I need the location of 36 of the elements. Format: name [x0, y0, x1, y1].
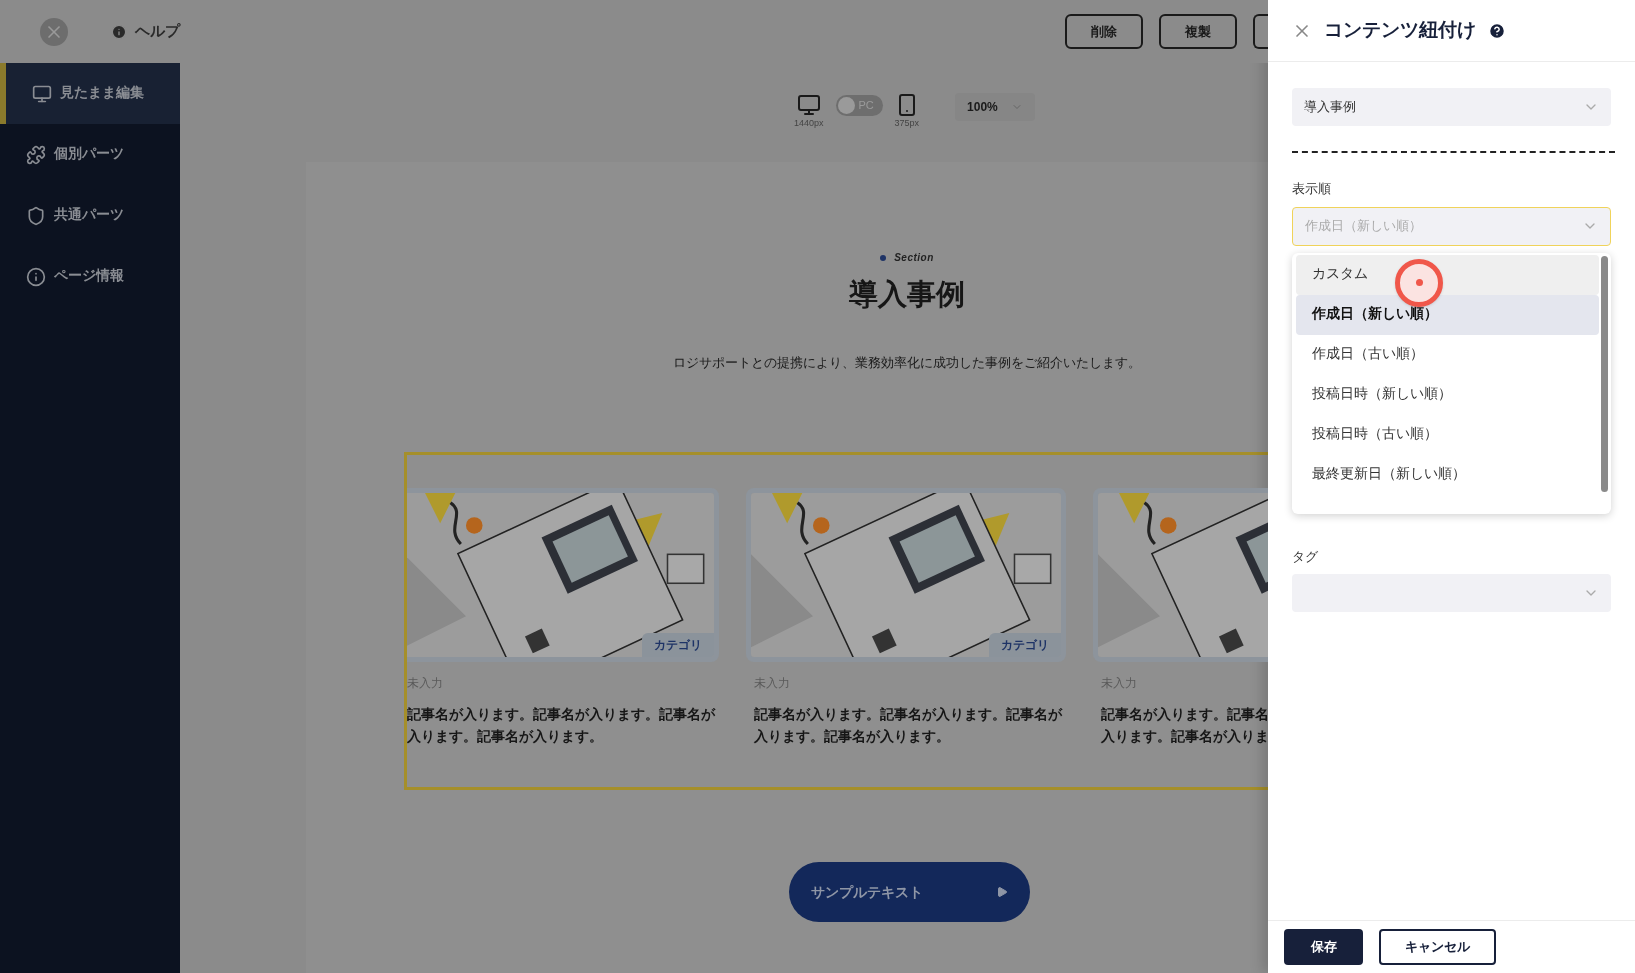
section-title: 導入事例 [849, 277, 965, 312]
width-label: 1440px [794, 117, 824, 130]
zoom-select[interactable]: 100% [955, 93, 1036, 121]
toolbar-button[interactable]: 複製 [1159, 14, 1237, 49]
dropdown-option[interactable]: カスタム [1296, 254, 1599, 295]
width-label: 375px [894, 117, 920, 130]
cancel-button[interactable]: キャンセル [1379, 929, 1496, 965]
sidebar-item[interactable]: 共通パーツ [0, 185, 180, 246]
save-button[interactable]: 保存 [1284, 929, 1363, 965]
sidebar-item[interactable]: 個別パーツ [0, 124, 180, 185]
desktop-icon[interactable] [796, 93, 821, 117]
content-select[interactable]: 導入事例 [1292, 88, 1611, 126]
info-icon [111, 23, 127, 40]
puzzle-icon [26, 144, 46, 165]
article-title: 記事名が入ります。記事名が入ります。記事名が 入ります。記事名が入ります。 [754, 706, 1064, 746]
help-link[interactable]: ヘルプ [111, 20, 180, 43]
field-label: 表示順 [1292, 180, 1332, 198]
help-icon[interactable] [1488, 21, 1506, 40]
article-title: 記事名が入ります。記事名 入ります。記事名が入りま [1101, 706, 1268, 746]
scrollbar-thumb[interactable] [1601, 255, 1608, 492]
shield-icon [26, 205, 46, 226]
dropdown-option[interactable]: 作成日（新しい順） [1296, 294, 1599, 335]
sidebar-item[interactable]: 見たまま編集 [0, 63, 180, 124]
info-icon [26, 266, 46, 287]
section-eyebrow: Section [894, 251, 934, 265]
panel-title: コンテンツ紐付け [1324, 18, 1476, 43]
play-icon [995, 886, 1008, 898]
sidebar-item[interactable]: ページ情報 [0, 246, 180, 307]
category-tag: カテゴリ [642, 633, 714, 657]
category-tag: カテゴリ [989, 633, 1061, 657]
monitor-icon [32, 83, 52, 104]
toolbar-button[interactable]: 削除 [1065, 14, 1143, 49]
field-label: タグ [1292, 547, 1319, 566]
section-description: ロジサポートとの提携により、業務効率化に成功した事例をご紹介いたします。 [673, 353, 1141, 372]
cta-button[interactable]: サンプルテキスト [788, 862, 1030, 922]
article-title: 記事名が入ります。記事名が入ります。記事名が 入ります。記事名が入ります。 [407, 706, 717, 746]
